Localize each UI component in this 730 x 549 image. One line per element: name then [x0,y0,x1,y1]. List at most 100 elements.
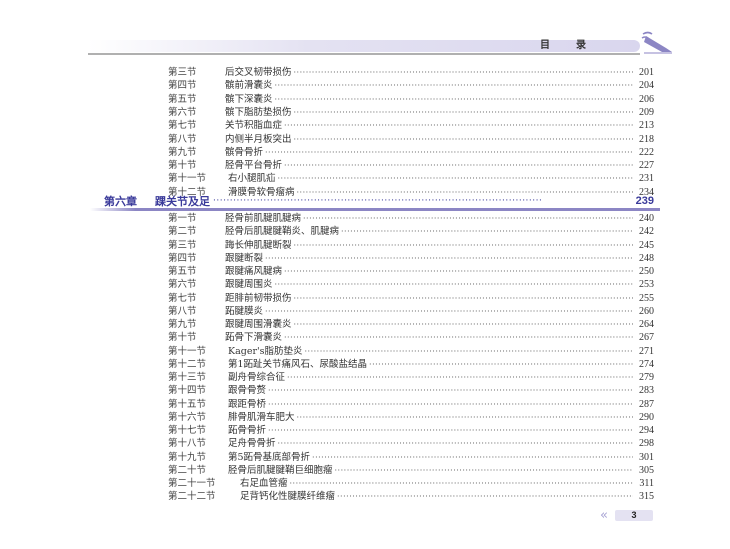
toc-entry[interactable]: 第八节内侧半月板突出······························… [168,133,654,146]
toc-entry[interactable]: 第十八节足舟骨骨折·······························… [168,437,654,450]
toc-entry[interactable]: 第三节踇长伸肌腱断裂······························… [168,239,654,252]
toc-entry[interactable]: 第二十节胫骨后肌腱腱鞘巨细胞瘤·························… [168,464,654,477]
toc-entry[interactable]: 第八节跖腱膜炎·································… [168,305,654,318]
toc-entry[interactable]: 第十一节右小腿肌疝·······························… [168,172,654,185]
section-label: 第十一节 [168,172,228,185]
section-label: 第十五节 [168,398,228,411]
toc-entry[interactable]: 第六节跟腱周围炎································… [168,278,654,291]
pen-icon [640,30,674,56]
section-page: 283 [639,384,654,397]
section-title: 跖骨下滑囊炎 [225,331,282,344]
section-page: 298 [639,437,654,450]
section-page: 213 [639,119,654,132]
toc-entry[interactable]: 第四节髌前滑囊炎································… [168,79,654,92]
toc-entry[interactable]: 第十节跖骨下滑囊炎·······························… [168,331,654,344]
toc-entry[interactable]: 第五节跟腱痛风腱病·······························… [168,265,654,278]
leader-dots: ········································… [312,451,633,464]
leader-dots: ········································… [268,424,633,437]
section-label: 第六节 [168,278,225,291]
toc-entry[interactable]: 第一节胫骨前肌腱肌腱病·····························… [168,212,654,225]
section-title: 第1跖趾关节痛风石、尿酸盐结晶 [228,358,367,371]
running-header-title: 目录 [540,40,612,52]
leader-dots: ········································… [294,318,633,331]
toc-entry[interactable]: 第十二节第1跖趾关节痛风石、尿酸盐结晶·····················… [168,358,654,371]
section-title: 跟腱痛风腱病 [225,265,282,278]
toc-entry[interactable]: 第四节跟腱断裂·································… [168,252,654,265]
section-label: 第四节 [168,79,225,92]
toc-entry[interactable]: 第二十一节右足血管瘤······························… [168,477,654,490]
leader-dots: ········································… [213,196,633,206]
toc-entry[interactable]: 第九节髌骨骨折·································… [168,146,654,159]
leader-dots: ········································… [278,172,633,185]
section-label: 第六节 [168,106,225,119]
section-label: 第七节 [168,292,225,305]
section-page: 248 [639,252,654,265]
section-label: 第五节 [168,265,225,278]
toc-entry[interactable]: 第十一节Kager's脂肪垫炎·························… [168,345,654,358]
section-page: 260 [639,305,654,318]
section-label: 第八节 [168,133,225,146]
toc-entry[interactable]: 第十节胫骨平台骨折·······························… [168,159,654,172]
section-page: 305 [639,464,654,477]
toc-entry[interactable]: 第九节跟腱周围滑囊炎······························… [168,318,654,331]
toc-entry[interactable]: 第三节后交叉韧带损伤······························… [168,66,654,79]
toc-entry[interactable]: 第十四节跟骨骨赘································… [168,384,654,397]
section-label: 第二节 [168,225,225,238]
leader-dots: ········································… [265,146,633,159]
leader-dots: ········································… [284,119,633,132]
section-label: 第九节 [168,146,225,159]
toc-entry[interactable]: 第十五节跟距骨桥································… [168,398,654,411]
section-title: 跟腱周围滑囊炎 [225,318,292,331]
toc-entry[interactable]: 第二十二节足背钙化性腱膜纤维瘤·························… [168,490,654,503]
section-page: 279 [639,371,654,384]
leader-dots: ········································… [303,212,633,225]
leader-dots: ········································… [341,225,633,238]
section-title: 跖腱膜炎 [225,305,263,318]
section-page: 255 [639,292,654,305]
leader-dots: ········································… [294,106,633,119]
toc-entry[interactable]: 第七节距腓前韧带损伤······························… [168,292,654,305]
leader-dots: ········································… [287,371,633,384]
section-label: 第十八节 [168,437,228,450]
toc-entry[interactable]: 第十九节第5跖骨基底部骨折···························… [168,451,654,464]
leader-dots: ········································… [369,358,633,371]
section-label: 第十二节 [168,358,228,371]
section-page: 242 [639,225,654,238]
section-title: 腓骨肌滑车肥大 [228,411,295,424]
section-page: 271 [639,345,654,358]
section-label: 第三节 [168,239,225,252]
section-title: 跟腱断裂 [225,252,263,265]
leader-dots: ········································… [275,93,633,106]
leader-dots: ········································… [265,305,633,318]
toc-entry[interactable]: 第五节髌下深囊炎································… [168,93,654,106]
chapter-entry[interactable]: 第六章 踝关节及足 ······························… [104,194,654,208]
section-title: 后交叉韧带损伤 [225,66,292,79]
section-title: 足背钙化性腱膜纤维瘤 [240,490,335,503]
section-title: 第5跖骨基底部骨折 [228,451,310,464]
section-page: 294 [639,424,654,437]
leader-dots: ········································… [275,278,633,291]
section-page: 264 [639,318,654,331]
section-label: 第十三节 [168,371,228,384]
section-page: 287 [639,398,654,411]
section-page: 301 [639,451,654,464]
toc-entry[interactable]: 第七节关节积脂血症·······························… [168,119,654,132]
section-label: 第十四节 [168,384,228,397]
section-title: Kager's脂肪垫炎 [228,345,303,358]
toc-entry[interactable]: 第二节胫骨后肌腱腱鞘炎、肌腱病·························… [168,225,654,238]
section-label: 第二十一节 [168,477,240,490]
leader-dots: ········································… [268,398,633,411]
section-title: 髌下深囊炎 [225,93,273,106]
toc-entry[interactable]: 第十七节跖骨骨折································… [168,424,654,437]
section-label: 第一节 [168,212,225,225]
section-label: 第二十二节 [168,490,240,503]
section-page: 209 [639,106,654,119]
section-label: 第五节 [168,93,225,106]
toc-entry[interactable]: 第十六节腓骨肌滑车肥大·····························… [168,411,654,424]
section-page: 206 [639,93,654,106]
leader-dots: ········································… [297,411,633,424]
section-title: 跟腱周围炎 [225,278,273,291]
toc-entry[interactable]: 第十三节副舟骨综合征······························… [168,371,654,384]
leader-dots: ········································… [294,292,633,305]
toc-entry[interactable]: 第六节髌下脂肪垫损伤······························… [168,106,654,119]
